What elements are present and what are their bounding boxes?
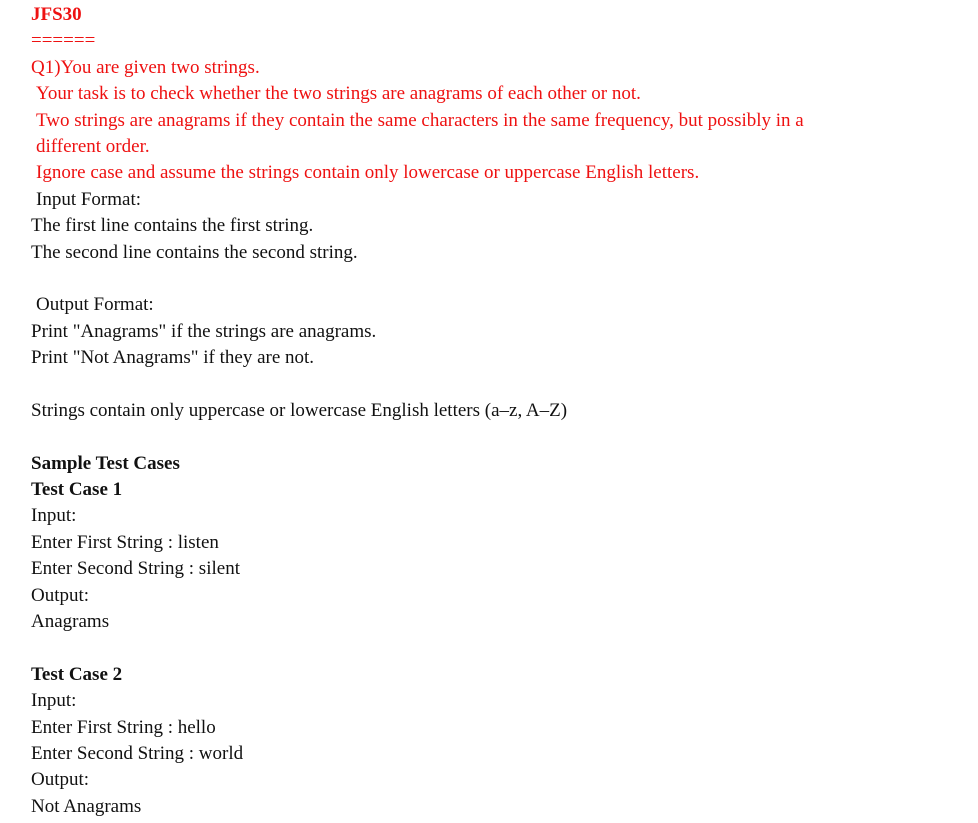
test-case-1: Test Case 1 Input: Enter First String : … — [31, 477, 978, 635]
test-case-second-string: Enter Second String : world — [31, 742, 244, 764]
test-case-output-label: Output: — [31, 769, 90, 791]
question-definition: Two strings are anagrams if they contain… — [36, 109, 804, 157]
test-case-2: Test Case 2 Input: Enter First String : … — [31, 662, 978, 820]
test-case-title: Test Case 1 — [31, 479, 123, 501]
input-format-line-1: The first line contains the first string… — [31, 215, 314, 237]
output-format-line-2: Print "Not Anagrams" if they are not. — [31, 347, 315, 369]
test-case-input-label: Input: — [31, 505, 77, 527]
test-case-output: Not Anagrams — [31, 795, 142, 817]
question-intro: Q1)You are given two strings. — [31, 56, 260, 78]
page-title: JFS30 — [31, 4, 82, 25]
test-case-second-string: Enter Second String : silent — [31, 558, 240, 580]
input-format-line-2: The second line contains the second stri… — [31, 241, 358, 263]
test-case-output: Anagrams — [31, 611, 110, 633]
test-case-output-label: Output: — [31, 584, 90, 606]
test-case-title: Test Case 2 — [31, 663, 123, 685]
question-case-note: Ignore case and assume the strings conta… — [36, 162, 700, 184]
output-format-line-1: Print "Anagrams" if the strings are anag… — [31, 320, 377, 342]
test-case-first-string: Enter First String : hello — [31, 716, 216, 738]
constraint-text: Strings contain only uppercase or lowerc… — [31, 399, 568, 421]
input-format-heading: Input Format: — [36, 188, 142, 210]
question-task: Your task is to check whether the two st… — [36, 83, 641, 105]
problem-document: JFS30 ====== Q1)You are given two string… — [0, 0, 978, 820]
test-case-input-label: Input: — [31, 690, 77, 712]
test-case-first-string: Enter First String : listen — [31, 531, 219, 553]
samples-heading: Sample Test Cases — [31, 452, 180, 474]
output-format-heading: Output Format: — [36, 294, 154, 316]
title-underline: ====== — [31, 30, 96, 52]
